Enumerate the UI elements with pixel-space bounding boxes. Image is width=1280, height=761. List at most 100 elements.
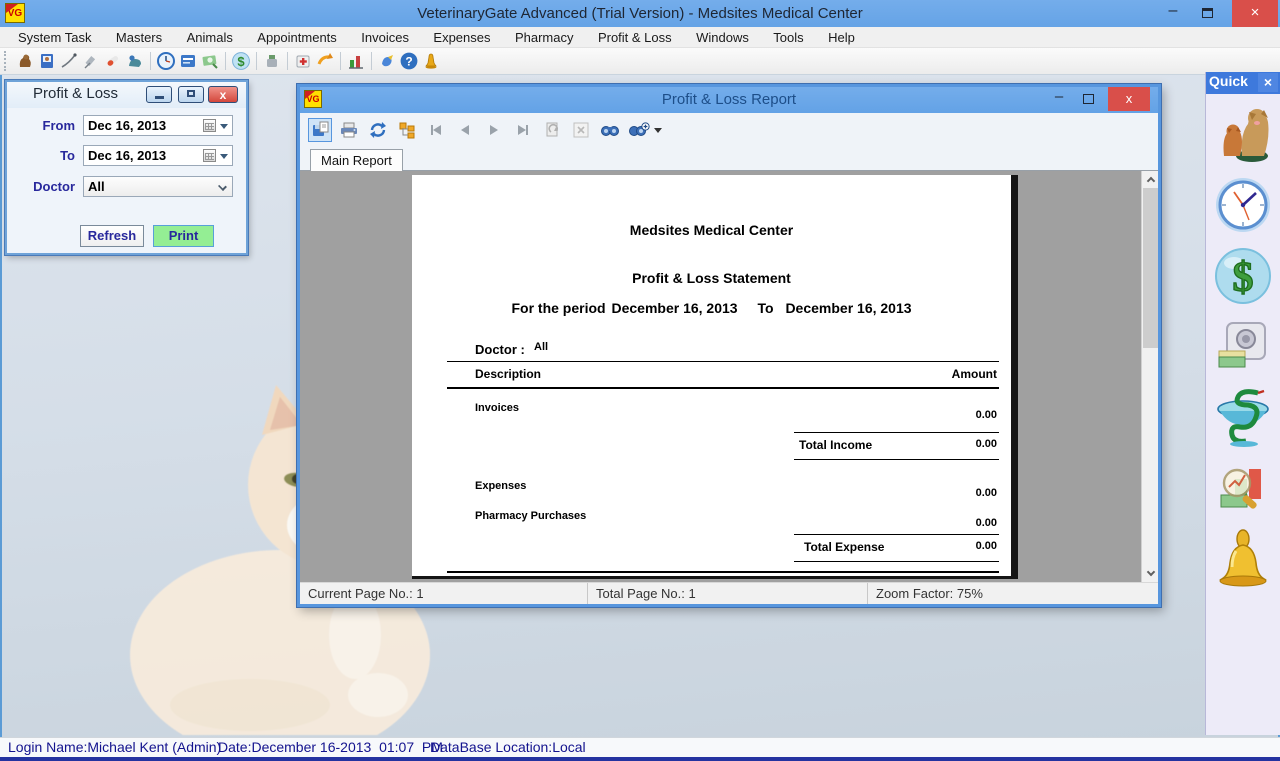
dialog-title: Profit & Loss <box>33 85 118 102</box>
toolbar-grip[interactable] <box>4 51 8 71</box>
zoom-dropdown-caret[interactable] <box>654 128 662 133</box>
refresh-button[interactable]: Refresh <box>80 225 144 247</box>
toolbar-separator <box>287 52 288 70</box>
prev-page-icon[interactable] <box>453 118 477 142</box>
vaccination-icon[interactable] <box>80 50 102 72</box>
maximize-icon <box>187 90 195 97</box>
next-page-icon[interactable] <box>482 118 506 142</box>
toolbar-separator <box>340 52 341 70</box>
menu-invoices[interactable]: Invoices <box>351 27 419 48</box>
pharmacy-icon[interactable] <box>261 50 283 72</box>
main-report-tab[interactable]: Main Report <box>310 149 403 172</box>
row-amount: 0.00 <box>976 409 997 421</box>
report-tab-row: Main Report <box>300 147 1158 171</box>
menu-system-task[interactable]: System Task <box>8 27 101 48</box>
dialog-close-button[interactable]: x <box>208 86 238 103</box>
dropdown-caret-icon[interactable] <box>220 154 228 159</box>
print-report-icon[interactable] <box>337 118 361 142</box>
zoom-factor-status: Zoom Factor: 75% <box>868 583 1158 604</box>
alerts-icon[interactable] <box>420 50 442 72</box>
report-minimize-button[interactable]: – <box>1046 87 1072 111</box>
report-maximize-button[interactable] <box>1076 87 1102 111</box>
group-tree-icon[interactable] <box>395 118 419 142</box>
database-location-status: DataBase Location:Local <box>430 739 586 755</box>
from-date-value: Dec 16, 2013 <box>88 118 166 133</box>
calendar-icon[interactable] <box>203 149 216 162</box>
dropdown-caret-icon[interactable] <box>220 124 228 129</box>
medication-icon[interactable] <box>102 50 124 72</box>
returns-icon[interactable] <box>314 50 336 72</box>
report-doctor-value: All <box>534 341 548 353</box>
appointments-icon[interactable] <box>155 50 177 72</box>
quick-reports-icon[interactable] <box>1213 459 1273 519</box>
print-button[interactable]: Print <box>153 225 214 247</box>
first-page-icon[interactable] <box>424 118 448 142</box>
dialog-minimize-button[interactable] <box>146 86 172 103</box>
quick-clock-icon[interactable] <box>1213 175 1273 235</box>
reports-icon[interactable] <box>345 50 367 72</box>
menu-profit-loss[interactable]: Profit & Loss <box>588 27 682 48</box>
row-label: Total Income <box>799 438 872 452</box>
export-report-icon[interactable] <box>308 118 332 142</box>
dialog-maximize-button[interactable] <box>178 86 204 103</box>
current-page-status: Current Page No.: 1 <box>300 583 588 604</box>
svg-text:?: ? <box>405 55 412 69</box>
row-label: Total Expense <box>804 540 884 554</box>
menu-pharmacy[interactable]: Pharmacy <box>505 27 584 48</box>
menu-animals[interactable]: Animals <box>177 27 243 48</box>
menu-appointments[interactable]: Appointments <box>247 27 347 48</box>
report-titlebar: VG Profit & Loss Report – x <box>300 87 1158 113</box>
col-amount: Amount <box>952 367 997 381</box>
doctor-select[interactable]: All <box>83 176 233 197</box>
menu-tools[interactable]: Tools <box>763 27 813 48</box>
menu-masters[interactable]: Masters <box>106 27 172 48</box>
boarding-icon[interactable] <box>124 50 146 72</box>
purchases-icon[interactable] <box>292 50 314 72</box>
help-icon[interactable]: ? <box>398 50 420 72</box>
calendar-icon[interactable] <box>203 119 216 132</box>
lab-icon[interactable] <box>376 50 398 72</box>
login-name-status: Login Name:Michael Kent (Admin) <box>8 739 221 755</box>
grooming-icon[interactable] <box>58 50 80 72</box>
scrollbar-thumb[interactable] <box>1143 188 1158 348</box>
report-doctor-label: Doctor : <box>475 342 525 357</box>
quick-pharmacy-icon[interactable] <box>1213 388 1273 448</box>
to-date-field[interactable]: Dec 16, 2013 <box>83 145 233 166</box>
report-close-button[interactable]: x <box>1108 87 1150 111</box>
from-date-field[interactable]: Dec 16, 2013 <box>83 115 233 136</box>
invoices-icon[interactable] <box>177 50 199 72</box>
scroll-up-arrow[interactable] <box>1142 171 1158 188</box>
goto-page-icon[interactable] <box>540 118 564 142</box>
vertical-scrollbar[interactable] <box>1141 171 1158 582</box>
quick-safe-icon[interactable] <box>1213 317 1273 377</box>
quick-panel: Quick × <box>1205 72 1280 735</box>
svg-text:$: $ <box>1233 255 1254 301</box>
refresh-report-icon[interactable] <box>366 118 390 142</box>
scroll-down-arrow[interactable] <box>1142 565 1158 582</box>
row-label: Pharmacy Purchases <box>475 510 586 522</box>
maximize-icon <box>1202 8 1213 18</box>
find-icon[interactable] <box>598 118 622 142</box>
maximize-button[interactable] <box>1192 0 1222 27</box>
toolbar-separator <box>256 52 257 70</box>
close-button[interactable]: × <box>1232 0 1278 27</box>
doctor-label: Doctor <box>7 179 75 194</box>
expenses-icon[interactable]: $ <box>230 50 252 72</box>
quick-pets-icon[interactable] <box>1213 104 1273 164</box>
last-page-icon[interactable] <box>511 118 535 142</box>
menu-expenses[interactable]: Expenses <box>423 27 500 48</box>
quick-panel-close-button[interactable]: × <box>1258 73 1278 92</box>
payments-icon[interactable] <box>199 50 221 72</box>
quick-alerts-bell-icon[interactable] <box>1213 530 1273 590</box>
minimize-button[interactable]: – <box>1158 0 1188 27</box>
toolbar-separator <box>371 52 372 70</box>
col-description: Description <box>475 367 541 381</box>
minimize-icon <box>155 96 164 99</box>
menu-windows[interactable]: Windows <box>686 27 759 48</box>
menu-help[interactable]: Help <box>818 27 865 48</box>
quick-money-icon[interactable]: $ <box>1213 246 1273 306</box>
animals-icon[interactable] <box>14 50 36 72</box>
close-view-icon[interactable] <box>569 118 593 142</box>
zoom-icon[interactable] <box>627 118 651 142</box>
masters-icon[interactable] <box>36 50 58 72</box>
